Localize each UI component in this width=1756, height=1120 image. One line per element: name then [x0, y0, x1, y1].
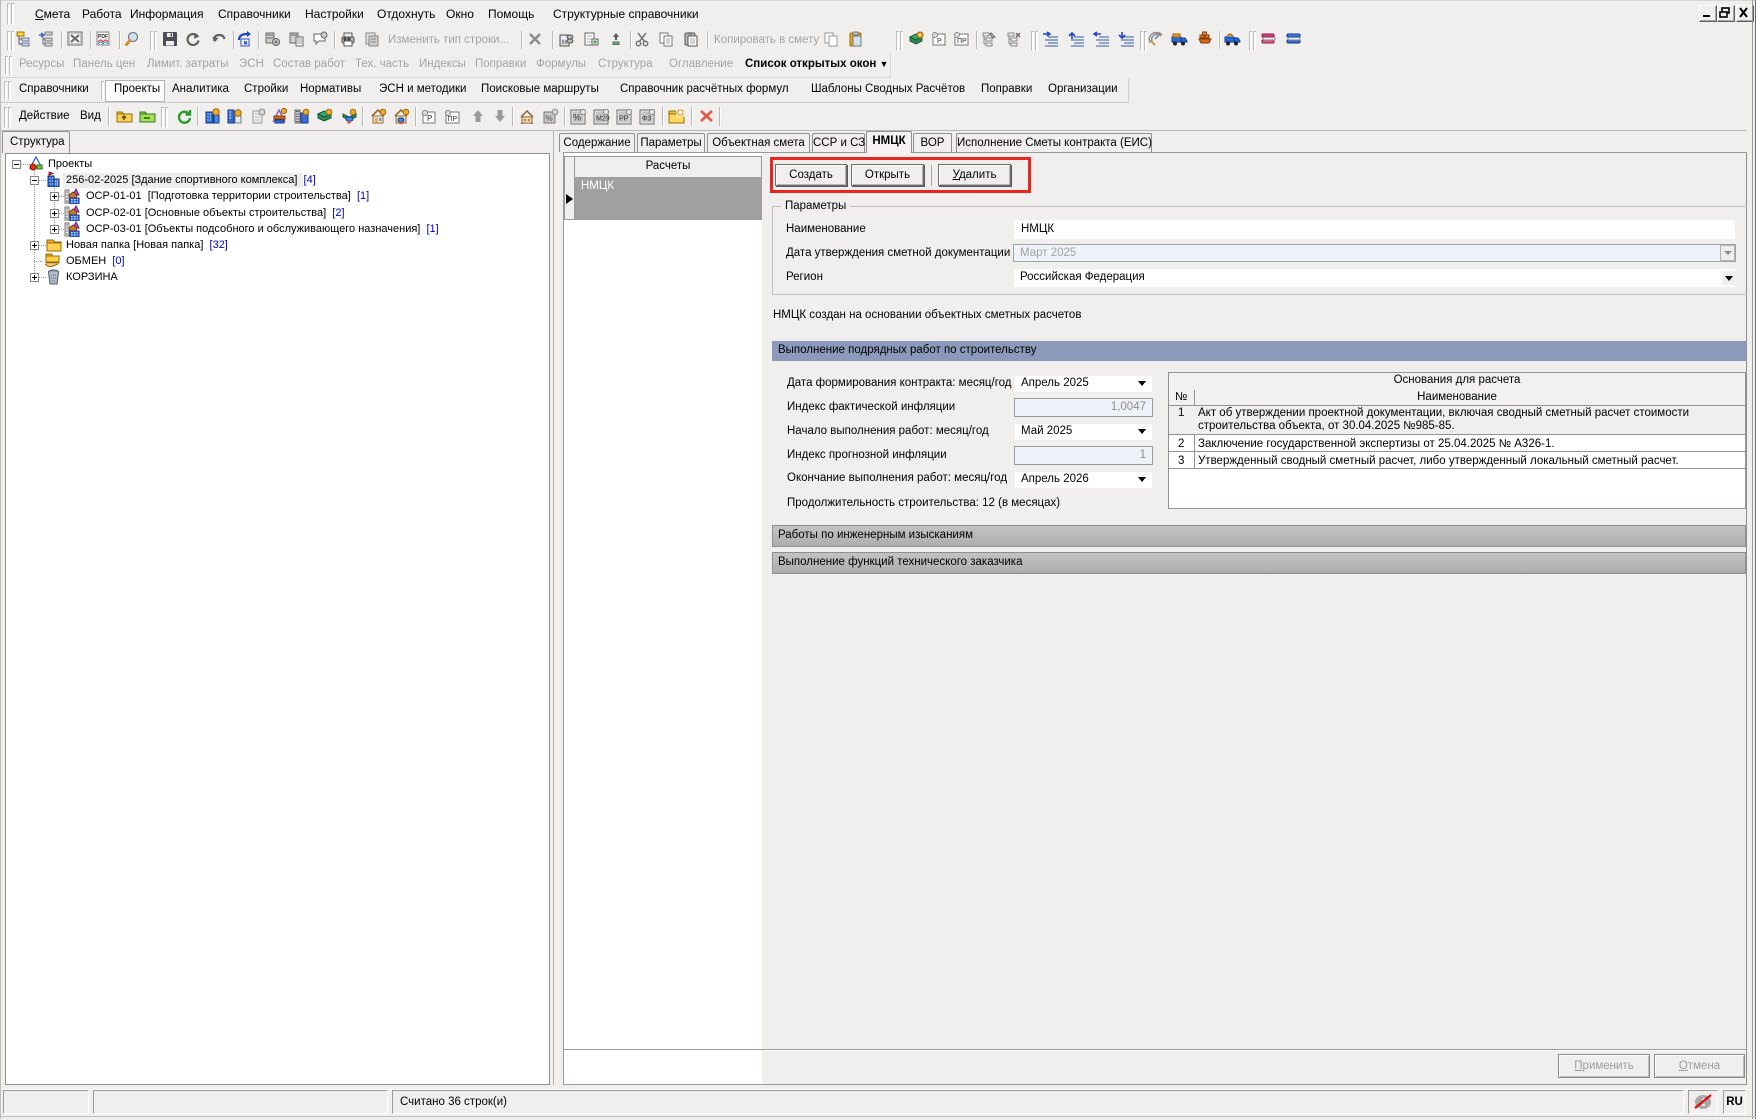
svg-text:РР: РР — [619, 116, 629, 123]
svg-text:P: P — [427, 114, 432, 123]
svg-text:ПР: ПР — [957, 38, 967, 45]
svg-text:%: % — [546, 114, 553, 123]
svg-text:✖: ✖ — [243, 40, 248, 47]
svg-text:Ф3: Ф3 — [642, 116, 651, 123]
svg-text:М29: М29 — [596, 116, 610, 123]
svg-text:%: % — [573, 113, 581, 123]
svg-text:ПР: ПР — [448, 116, 458, 123]
svg-text:PDF: PDF — [98, 34, 108, 40]
svg-text:P: P — [937, 38, 942, 45]
